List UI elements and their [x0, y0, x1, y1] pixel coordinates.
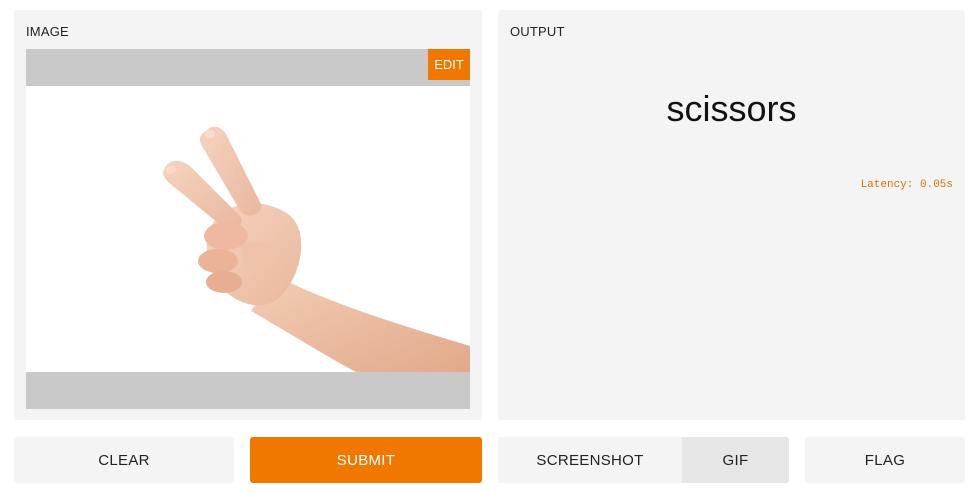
- gif-button[interactable]: GIF: [682, 437, 789, 483]
- input-label: IMAGE: [26, 24, 69, 39]
- prediction-label: scissors: [666, 88, 797, 129]
- submit-button[interactable]: SUBMIT: [250, 437, 482, 483]
- hand-scissors-photo: [163, 126, 470, 372]
- input-panel: IMAGE EDIT: [14, 10, 482, 420]
- edit-button[interactable]: EDIT: [428, 49, 470, 80]
- output-panel: OUTPUT scissors Latency: 0.05s: [498, 10, 965, 420]
- output-label: OUTPUT: [510, 24, 565, 39]
- screenshot-button[interactable]: SCREENSHOT: [498, 437, 682, 483]
- image-upload-area[interactable]: EDIT: [26, 49, 470, 409]
- clear-button[interactable]: CLEAR: [14, 437, 234, 483]
- flag-button[interactable]: FLAG: [805, 437, 965, 483]
- uploaded-image: [26, 86, 470, 372]
- latency-text: Latency: 0.05s: [860, 179, 953, 191]
